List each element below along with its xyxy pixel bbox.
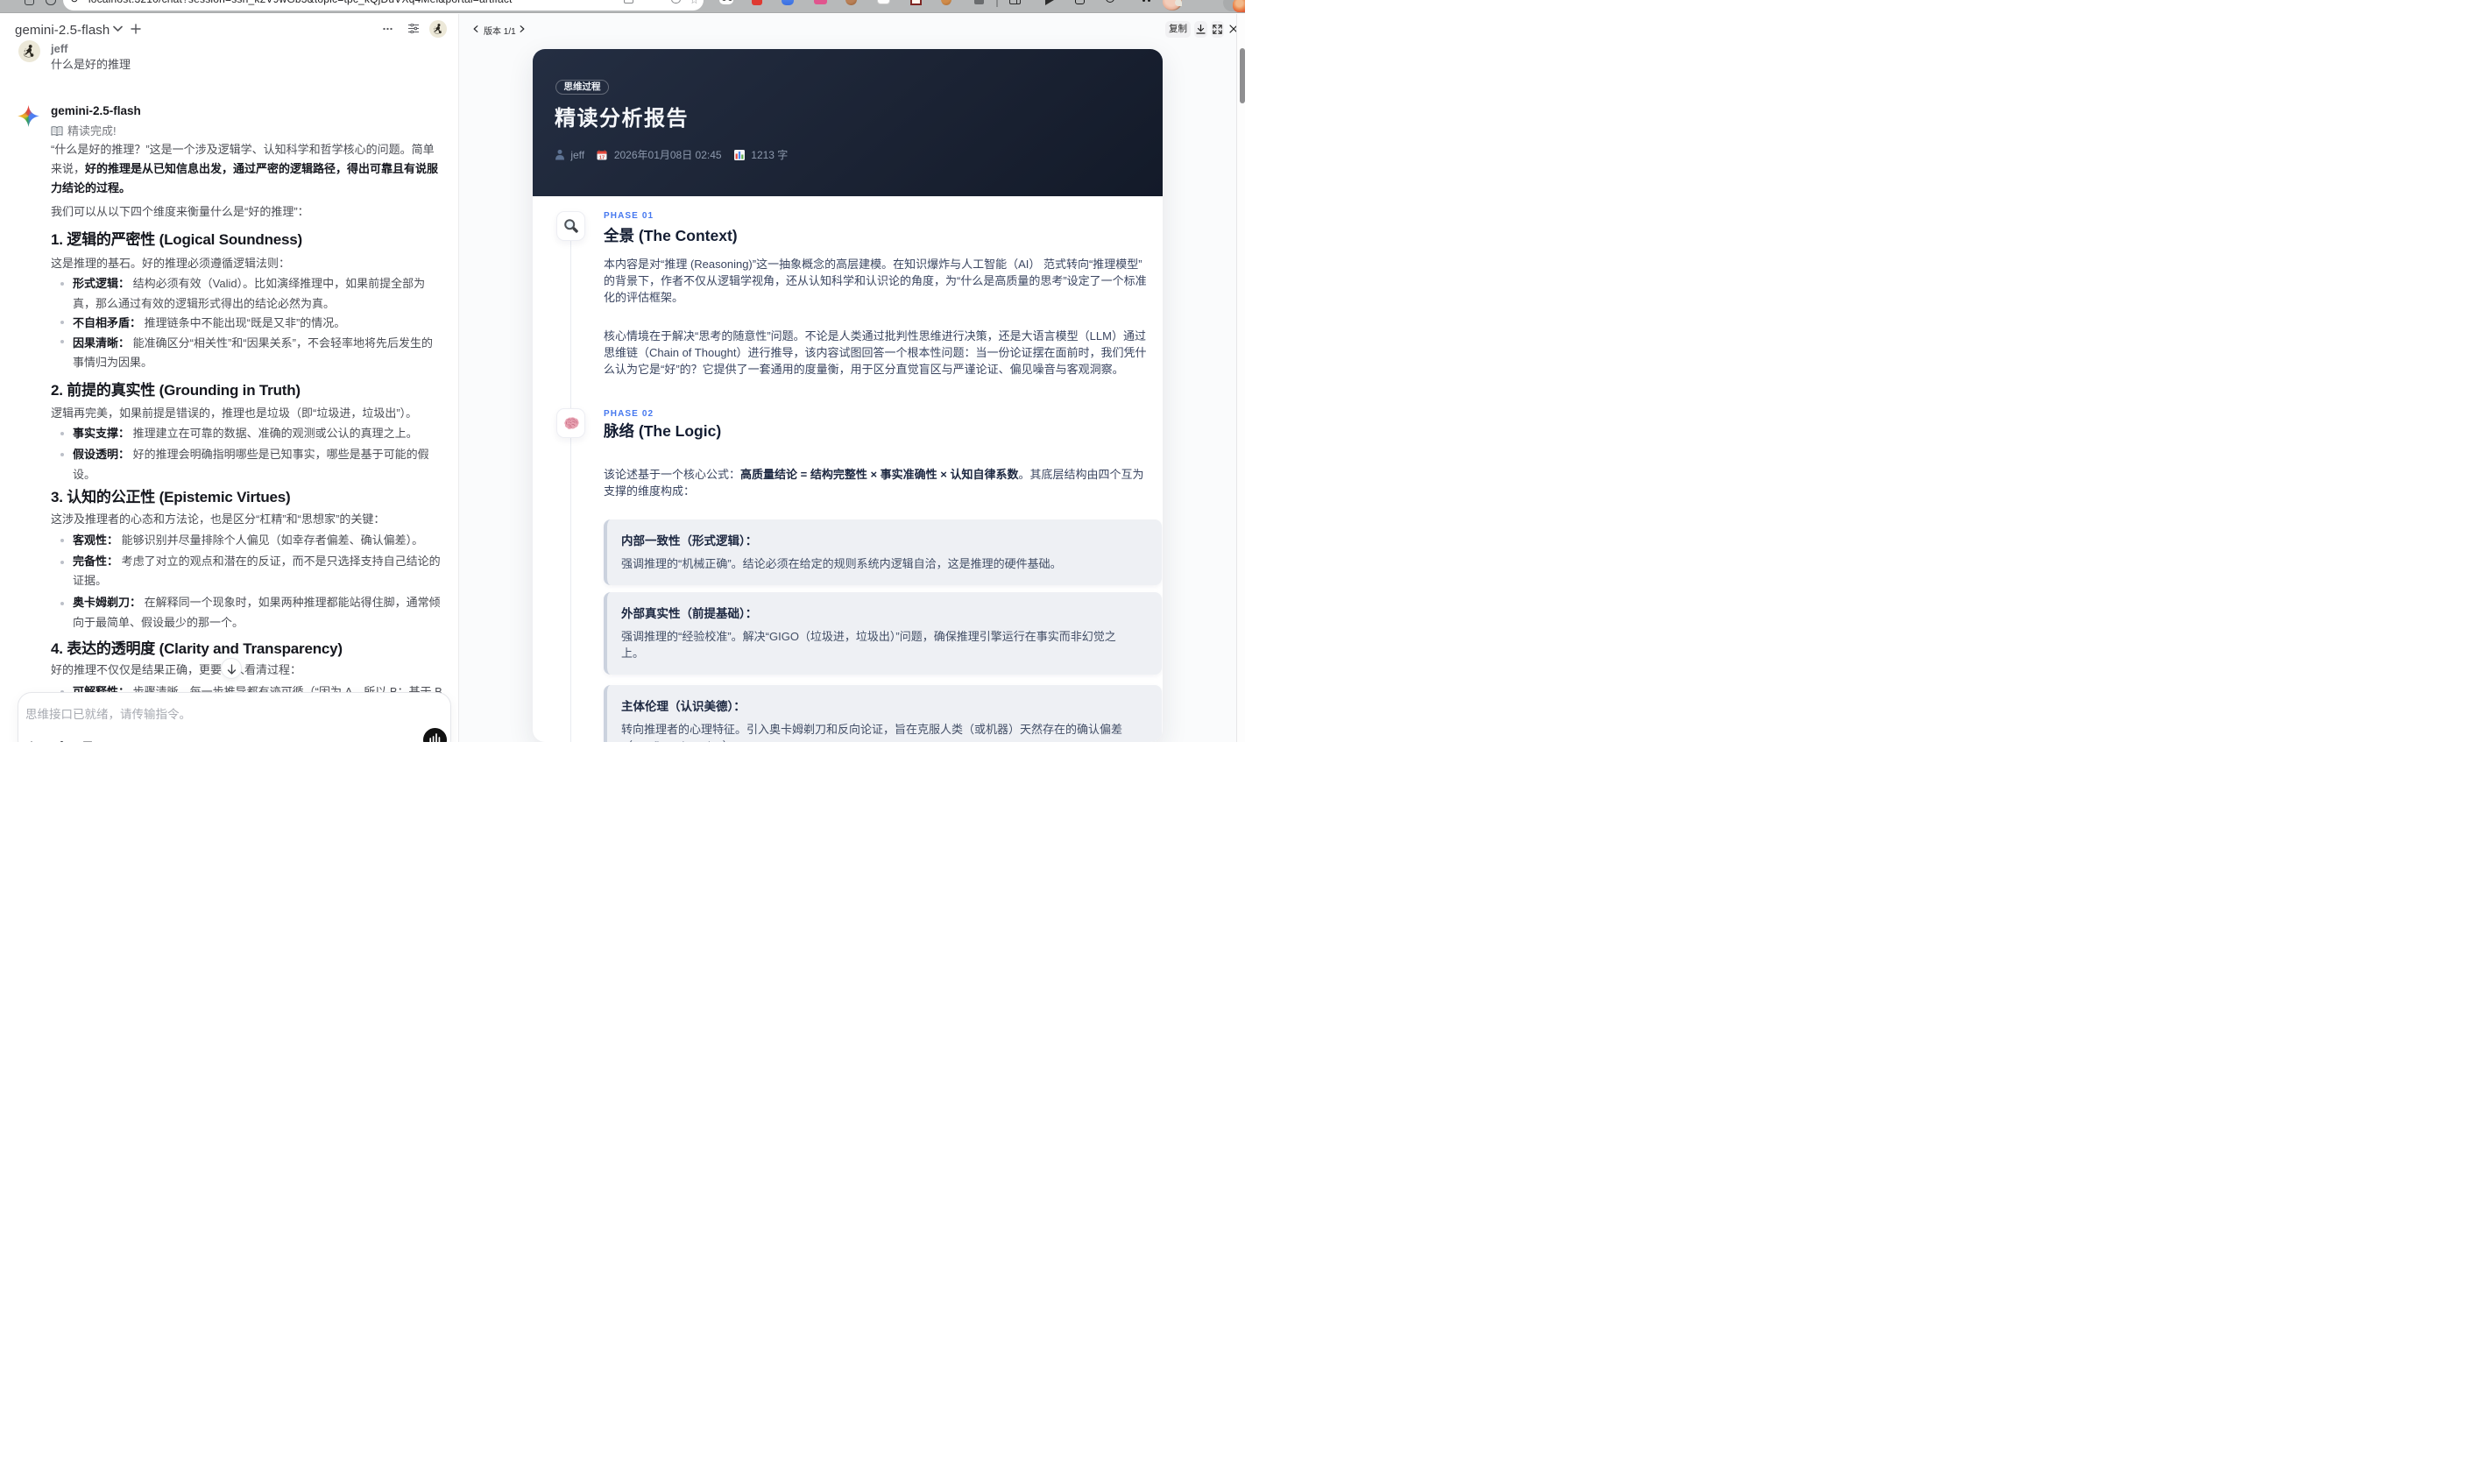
svg-text:17: 17 <box>599 155 605 160</box>
